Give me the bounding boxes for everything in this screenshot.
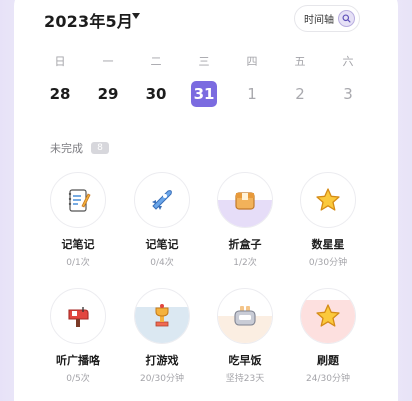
weekday-label: 五 [294,55,306,68]
task-progress: 坚持23天 [225,374,265,384]
task-name: 听广播咯 [56,354,100,367]
task-name: 打游戏 [145,354,179,367]
task-circle[interactable] [217,172,273,228]
task-circle[interactable] [134,288,190,344]
month-title[interactable]: 2023年5月 [44,8,133,32]
task-name: 折盒子 [228,238,262,251]
notebook-icon [68,189,91,212]
date-cell[interactable]: 30 [132,81,180,107]
weekday-header: 日 一 二 三 四 五 六 [36,53,372,69]
task-circle[interactable] [300,172,356,228]
task-item[interactable]: 折盒子 1/2次 [203,172,287,268]
timeline-button[interactable]: 时间轴 [294,5,360,32]
task-item[interactable]: 听广播咯 0/5次 [36,288,120,384]
weekday-label: 六 [342,55,354,68]
task-circle[interactable] [217,288,273,344]
task-progress: 1/2次 [233,258,257,268]
task-circle[interactable] [50,288,106,344]
task-circle[interactable] [50,172,106,228]
task-item[interactable]: 打游戏 20/30分钟 [120,288,204,384]
task-name: 数星星 [311,238,345,251]
task-item[interactable]: 数星星 0/30分钟 [286,172,370,268]
trophy-icon [155,304,169,327]
date-cell[interactable]: 2 [276,81,324,107]
task-progress: 0/4次 [150,258,174,268]
caret-down-icon[interactable] [132,13,140,19]
weekday-label: 三 [198,55,210,68]
task-name: 吃早饭 [228,354,262,367]
task-progress: 0/30分钟 [308,258,348,268]
task-circle[interactable] [134,172,190,228]
section-title: 未完成 [50,142,83,155]
weekday-label: 四 [246,55,258,68]
task-progress: 0/5次 [66,374,90,384]
task-name: 记笔记 [145,238,179,251]
star-icon [316,304,340,327]
date-row: 28 29 30 31 1 2 3 [36,81,372,107]
search-icon [338,10,355,27]
task-name: 刷题 [317,354,339,367]
date-cell[interactable]: 28 [36,81,84,107]
task-item[interactable]: 记笔记 0/1次 [36,172,120,268]
date-cell-selected[interactable]: 31 [180,81,228,107]
weekday-label: 日 [54,55,66,68]
task-name: 记笔记 [61,238,95,251]
task-progress: 24/30分钟 [306,374,350,384]
weekday-label: 二 [150,55,162,68]
date-cell[interactable]: 3 [324,81,372,107]
task-circle[interactable] [300,288,356,344]
mailbox-icon [68,307,89,327]
task-progress: 20/30分钟 [140,374,184,384]
box-icon [235,192,255,210]
star-icon [316,188,340,211]
toaster-icon [234,306,256,326]
task-progress: 0/1次 [66,258,90,268]
task-item[interactable]: 刷题 24/30分钟 [286,288,370,384]
task-item[interactable]: 吃早饭 坚持23天 [203,288,287,384]
timeline-label: 时间轴 [304,15,334,26]
date-cell[interactable]: 29 [84,81,132,107]
rocket-icon [152,190,172,210]
date-cell[interactable]: 1 [228,81,276,107]
count-badge: 8 [91,142,109,154]
task-item[interactable]: 记笔记 0/4次 [120,172,204,268]
weekday-label: 一 [102,55,114,68]
